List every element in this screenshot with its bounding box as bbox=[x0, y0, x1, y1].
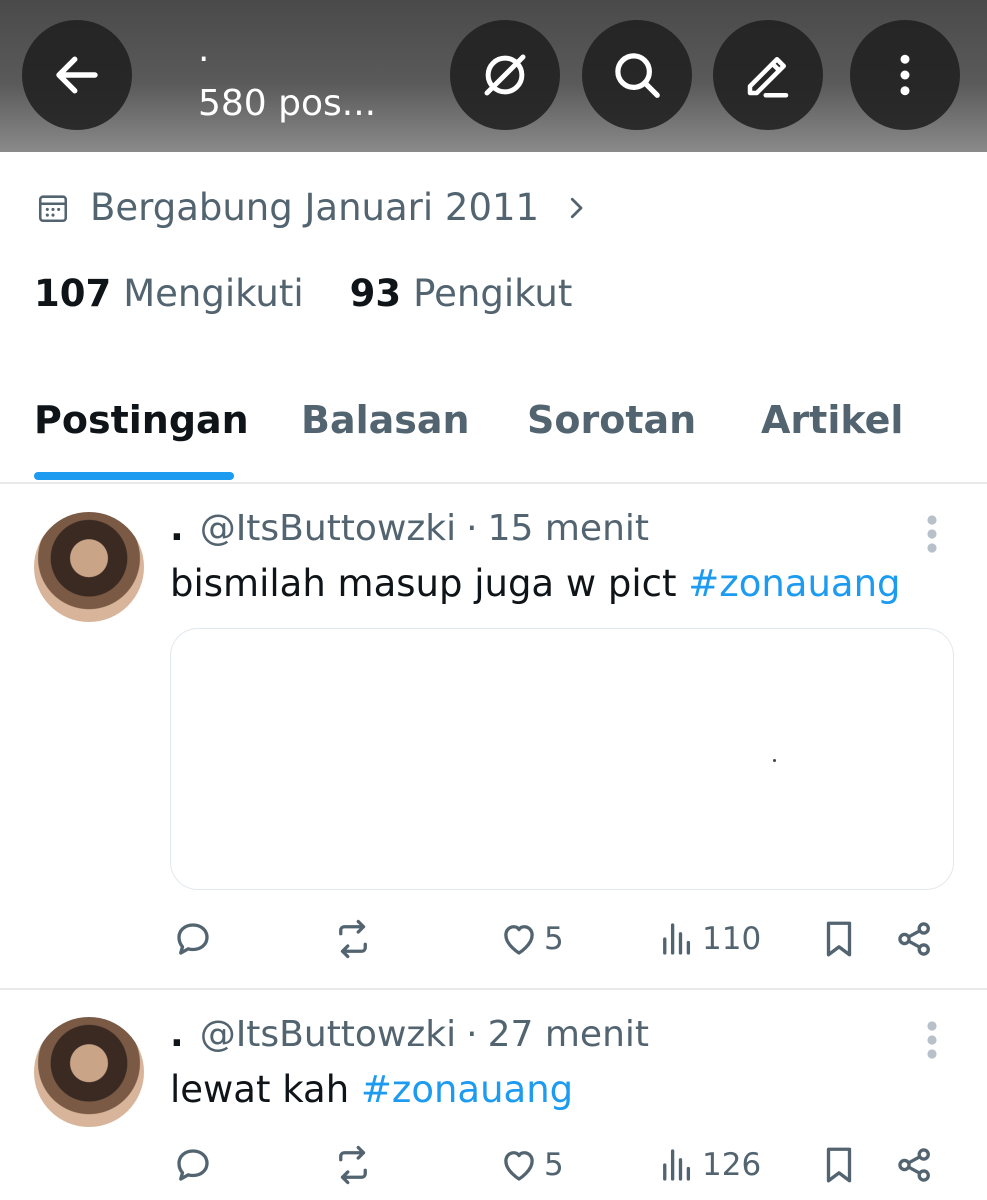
heart-icon bbox=[504, 1151, 534, 1181]
post-divider bbox=[0, 988, 987, 990]
post-hashtag[interactable]: #zonauang bbox=[688, 562, 900, 605]
followers-label[interactable]: Pengikut bbox=[413, 272, 572, 315]
header-name: · bbox=[198, 39, 210, 80]
search-button[interactable] bbox=[582, 20, 692, 130]
heart-icon bbox=[504, 925, 534, 955]
tab-balasan[interactable]: Balasan bbox=[301, 398, 470, 442]
post-body: lewat kah bbox=[170, 1068, 361, 1111]
post-author-handle[interactable]: @ItsButtowzki bbox=[200, 1014, 456, 1055]
post-actions: 5 126 bbox=[0, 1144, 987, 1194]
post-separator: · bbox=[466, 508, 478, 549]
tab-postingan[interactable]: Postingan bbox=[34, 398, 249, 442]
follow-counts: 107 Mengikuti 93 Pengikut bbox=[34, 272, 618, 315]
reply-icon bbox=[177, 923, 209, 955]
bookmark-icon bbox=[826, 1147, 852, 1183]
post-time[interactable]: 27 menit bbox=[488, 1014, 649, 1055]
reply-icon bbox=[177, 1149, 209, 1181]
share-button[interactable] bbox=[894, 918, 936, 960]
view-count: 110 bbox=[702, 921, 762, 957]
tab-sorotan[interactable]: Sorotan bbox=[527, 398, 696, 442]
post-time[interactable]: 15 menit bbox=[488, 508, 649, 549]
active-tab-indicator bbox=[34, 472, 234, 480]
compose-button[interactable] bbox=[713, 20, 823, 130]
post-author-name[interactable]: . bbox=[170, 508, 184, 549]
like-button[interactable]: 5 bbox=[498, 1144, 564, 1186]
post-actions: 5 110 bbox=[0, 918, 987, 968]
post-hashtag[interactable]: #zonauang bbox=[361, 1068, 573, 1111]
pencil-icon bbox=[747, 57, 789, 98]
more-options-button[interactable] bbox=[850, 20, 960, 130]
media-dot bbox=[773, 759, 776, 762]
reply-button[interactable] bbox=[172, 918, 214, 960]
tab-artikel[interactable]: Artikel bbox=[761, 398, 903, 442]
post-author-handle[interactable]: @ItsButtowzki bbox=[200, 508, 456, 549]
following-label[interactable]: Mengikuti bbox=[123, 272, 303, 315]
post-separator: · bbox=[466, 1014, 478, 1055]
back-button[interactable] bbox=[22, 20, 132, 130]
joined-text: Bergabung Januari 2011 bbox=[90, 186, 540, 229]
grok-icon bbox=[484, 54, 526, 96]
post-text: lewat kah #zonauang bbox=[170, 1068, 573, 1111]
header-post-count: 580 pos... bbox=[198, 83, 377, 124]
bookmark-button[interactable] bbox=[818, 918, 860, 960]
like-count: 5 bbox=[544, 1147, 564, 1183]
post-more-icon[interactable] bbox=[920, 514, 944, 554]
more-vertical-icon bbox=[900, 54, 910, 96]
post-text: bismilah masup juga w pict #zonauang bbox=[170, 562, 901, 605]
views-icon bbox=[663, 1149, 691, 1181]
avatar[interactable] bbox=[34, 512, 144, 622]
post-media[interactable] bbox=[170, 628, 954, 890]
post-more-icon[interactable] bbox=[920, 1020, 944, 1060]
following-count[interactable]: 107 bbox=[34, 272, 111, 315]
post-header: . @ItsButtowzki · 15 menit bbox=[170, 508, 649, 549]
share-icon bbox=[898, 922, 930, 956]
share-button[interactable] bbox=[894, 1144, 936, 1186]
profile-header: · 580 pos... bbox=[0, 0, 987, 152]
followers-count[interactable]: 93 bbox=[350, 272, 402, 315]
views-button[interactable]: 110 bbox=[656, 918, 761, 960]
like-button[interactable]: 5 bbox=[498, 918, 564, 960]
views-button[interactable]: 126 bbox=[656, 1144, 761, 1186]
post-body: bismilah masup juga w pict bbox=[170, 562, 689, 605]
arrow-left-icon bbox=[56, 56, 98, 94]
bookmark-button[interactable] bbox=[818, 1144, 860, 1186]
share-icon bbox=[898, 1148, 930, 1182]
reply-button[interactable] bbox=[172, 1144, 214, 1186]
repost-icon bbox=[339, 919, 367, 959]
view-count: 126 bbox=[702, 1147, 762, 1183]
profile-tabs: Postingan Balasan Sorotan Artikel bbox=[0, 370, 987, 484]
like-count: 5 bbox=[544, 921, 564, 957]
post-author-name[interactable]: . bbox=[170, 1014, 184, 1055]
avatar[interactable] bbox=[34, 1017, 144, 1127]
calendar-icon bbox=[38, 194, 68, 222]
post-header: . @ItsButtowzki · 27 menit bbox=[170, 1014, 649, 1055]
grok-button[interactable] bbox=[450, 20, 560, 130]
header-title: · 580 pos... bbox=[198, 40, 376, 124]
repost-button[interactable] bbox=[332, 1144, 374, 1186]
bookmark-icon bbox=[826, 921, 852, 957]
views-icon bbox=[663, 923, 691, 955]
repost-button[interactable] bbox=[332, 918, 374, 960]
repost-icon bbox=[339, 1145, 367, 1185]
search-icon bbox=[615, 53, 660, 98]
chevron-right-icon bbox=[570, 197, 583, 218]
joined-date[interactable]: Bergabung Januari 2011 bbox=[36, 186, 591, 229]
